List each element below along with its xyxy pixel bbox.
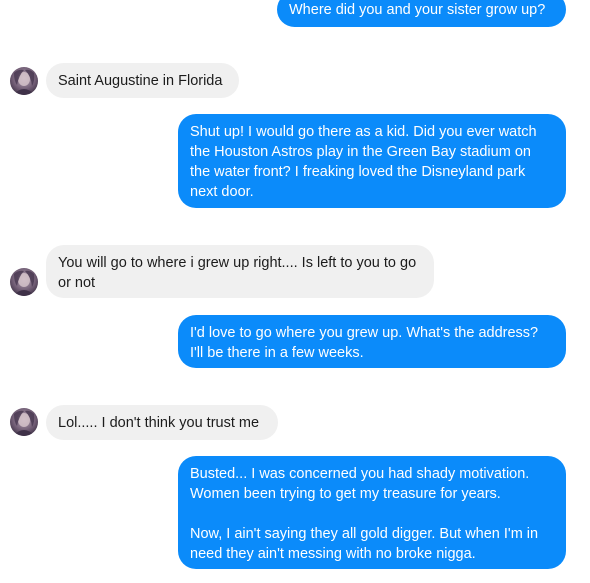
sent-message-bubble[interactable]: Shut up! I would go there as a kid. Did …	[178, 114, 566, 208]
message-text: Lol..... I don't think you trust me	[58, 415, 260, 431]
contact-avatar-icon[interactable]	[10, 408, 38, 436]
contact-avatar-icon[interactable]	[10, 268, 38, 296]
message-text: Saint Augustine in Florida	[58, 73, 223, 89]
message-text: You will go to where i grew up right....…	[58, 255, 421, 291]
message-text: Shut up! I would go there as a kid. Did …	[190, 124, 541, 200]
message-text: Busted... I was concerned you had shady …	[190, 466, 539, 562]
message-text: I'd love to go where you grew up. What's…	[190, 325, 543, 361]
sent-message-bubble[interactable]: Where did you and your sister grow up?	[277, 0, 566, 27]
received-message-bubble[interactable]: Lol..... I don't think you trust me	[46, 405, 278, 440]
received-message-bubble[interactable]: You will go to where i grew up right....…	[46, 245, 434, 298]
sent-message-bubble[interactable]: Busted... I was concerned you had shady …	[178, 456, 566, 569]
contact-avatar-icon[interactable]	[10, 67, 38, 95]
sent-message-bubble[interactable]: I'd love to go where you grew up. What's…	[178, 315, 566, 368]
message-text: Where did you and your sister grow up?	[289, 2, 546, 18]
received-message-bubble[interactable]: Saint Augustine in Florida	[46, 63, 239, 98]
